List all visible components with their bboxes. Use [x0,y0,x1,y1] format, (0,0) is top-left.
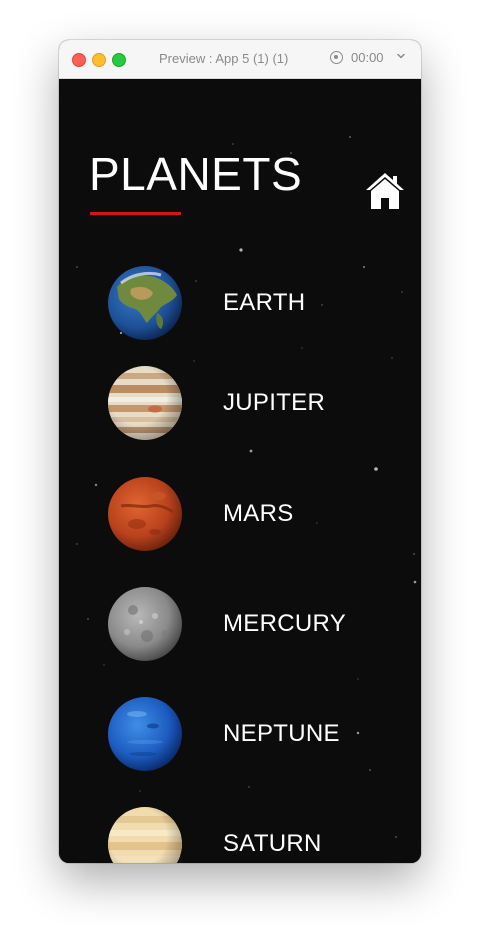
planet-name-earth: EARTH [223,289,306,316]
planet-item-saturn[interactable]: SATURN [59,806,421,863]
planet-name-neptune: NEPTUNE [223,720,340,747]
planet-item-mars[interactable]: MARS [59,476,421,556]
window-title: Preview : App 5 (1) (1) [159,51,289,66]
planet-item-neptune[interactable]: NEPTUNE [59,696,421,776]
planet-name-mars: MARS [223,500,294,527]
mars-image [108,477,182,551]
planet-item-mercury[interactable]: MERCURY [59,586,421,666]
planet-item-jupiter[interactable]: JUPITER [59,365,421,445]
page-title: PLANETS [89,148,303,200]
mercury-image [108,587,182,661]
planet-name-jupiter: JUPITER [223,389,326,416]
preview-window: Preview : App 5 (1) (1) 00:00 PLANETS EA… [59,40,421,863]
home-icon[interactable] [364,171,406,211]
window-titlebar: Preview : App 5 (1) (1) 00:00 [59,40,421,79]
earth-image [108,266,182,340]
chevron-down-icon[interactable] [397,52,405,60]
app-screen: PLANETS EARTH JUPITER MARS MERCURY NEPTU… [59,79,421,863]
maximize-window-button[interactable] [112,53,126,67]
planet-item-earth[interactable]: EARTH [59,265,421,345]
planet-name-mercury: MERCURY [223,610,347,637]
recording-timer: 00:00 [351,50,384,65]
record-icon[interactable] [330,51,343,64]
close-window-button[interactable] [72,53,86,67]
title-underline [90,212,181,215]
planet-name-saturn: SATURN [223,830,322,857]
neptune-image [108,697,182,771]
jupiter-image [108,366,182,440]
minimize-window-button[interactable] [92,53,106,67]
saturn-image [108,807,182,863]
